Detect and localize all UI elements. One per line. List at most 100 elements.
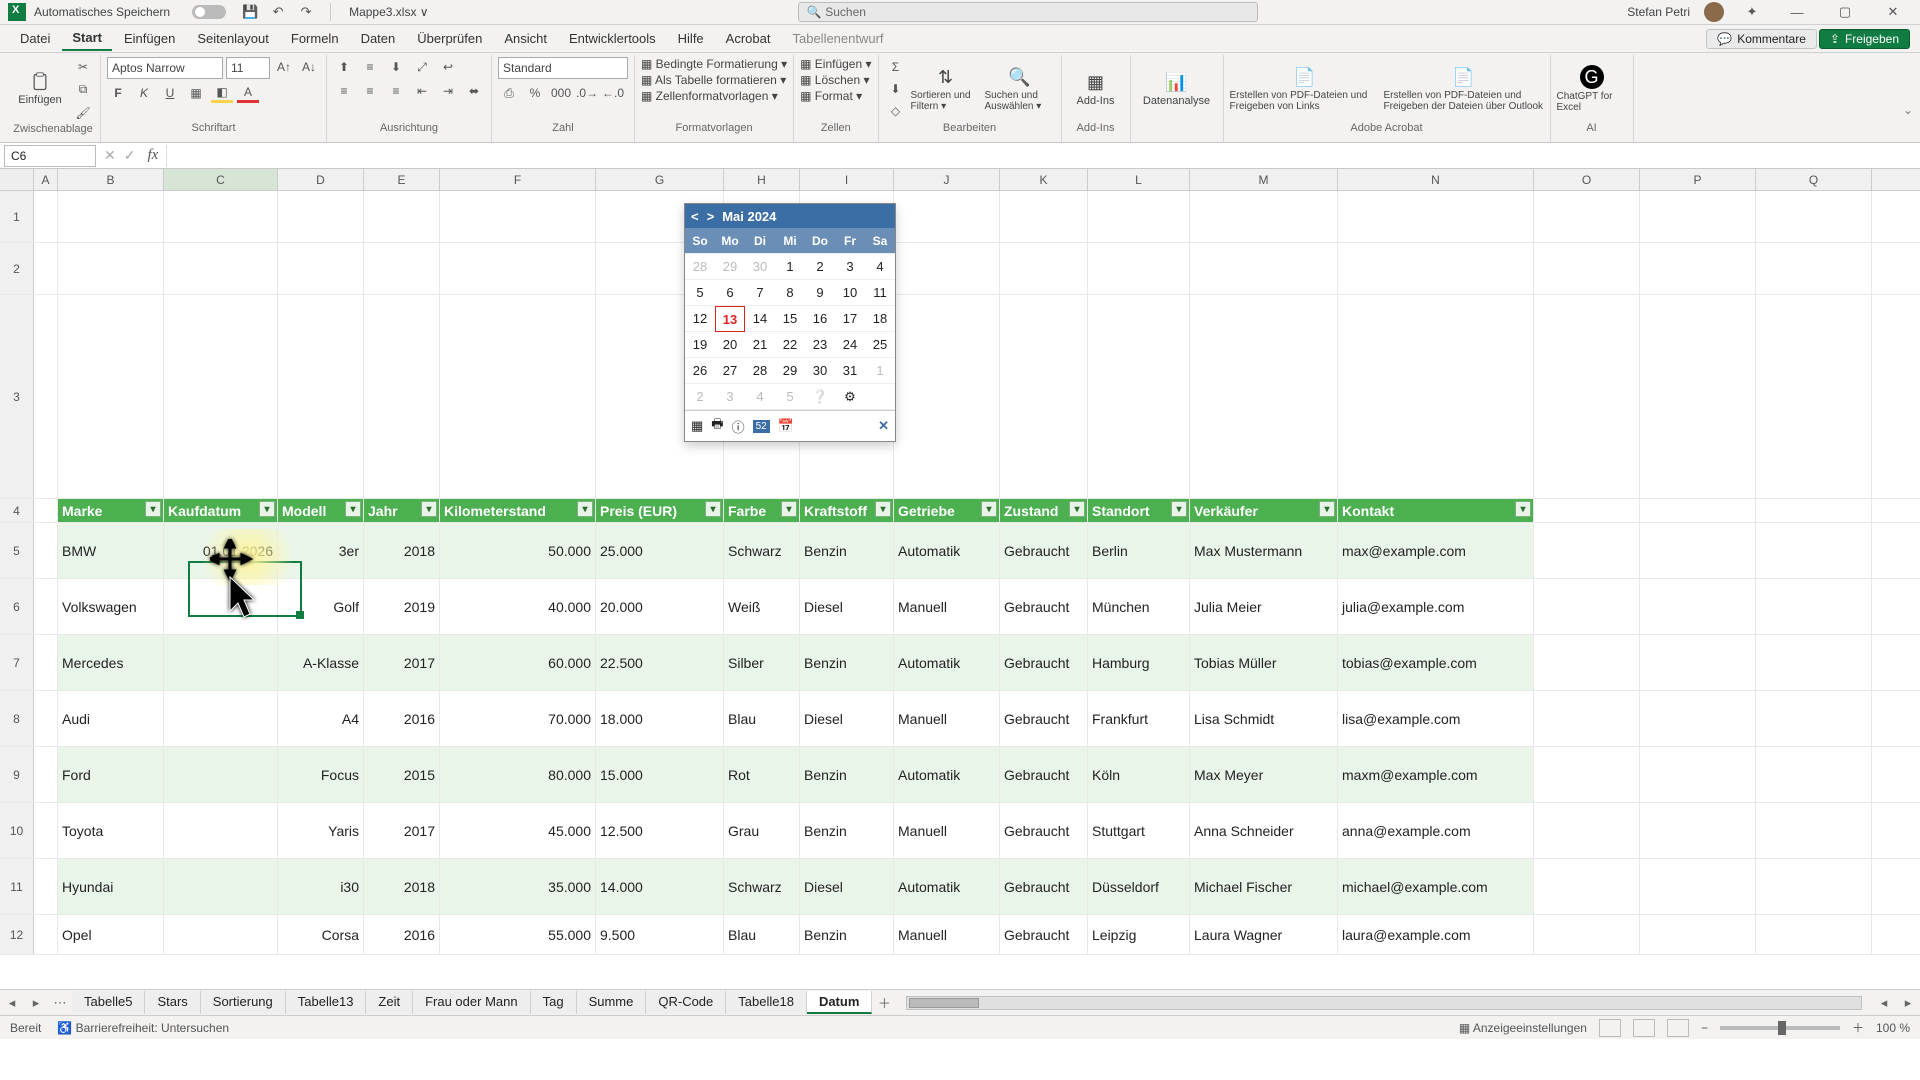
border-icon[interactable]: ▦: [185, 83, 207, 103]
align-top-icon[interactable]: ⬆: [333, 57, 355, 77]
cell[interactable]: 2017: [364, 635, 440, 690]
cell[interactable]: [1338, 295, 1534, 498]
cell[interactable]: [1756, 747, 1872, 802]
cell[interactable]: Kontakt▾: [1338, 499, 1534, 522]
filter-dropdown-icon[interactable]: ▾: [577, 501, 593, 517]
cell[interactable]: 2018: [364, 859, 440, 914]
paste-button[interactable]: Einfügen: [12, 57, 68, 121]
scroll-right-icon[interactable]: ▸: [1896, 995, 1920, 1011]
calendar-day[interactable]: 7: [745, 280, 775, 306]
cell[interactable]: Volkswagen: [58, 579, 164, 634]
row-header-3[interactable]: 3: [0, 295, 34, 498]
cell[interactable]: Lisa Schmidt: [1190, 691, 1338, 746]
cell[interactable]: [1088, 243, 1190, 294]
column-header-E[interactable]: E: [364, 169, 440, 190]
calendar-day[interactable]: ❔: [805, 384, 835, 410]
cell[interactable]: [1088, 295, 1190, 498]
cell[interactable]: [1534, 803, 1640, 858]
cell[interactable]: [278, 243, 364, 294]
date-picker[interactable]: < > Mai 2024 SoMoDiMiDoFrSa2829301234567…: [684, 203, 896, 442]
cell[interactable]: [1534, 191, 1640, 242]
cell[interactable]: 22.500: [596, 635, 724, 690]
cell[interactable]: [1640, 295, 1756, 498]
align-left-icon[interactable]: ≡: [333, 81, 355, 101]
cell[interactable]: [278, 295, 364, 498]
cell[interactable]: [58, 191, 164, 242]
cell[interactable]: Golf: [278, 579, 364, 634]
cell[interactable]: [1756, 499, 1872, 522]
data-analysis-button[interactable]: 📊Datenanalyse: [1137, 57, 1217, 121]
cell[interactable]: [1756, 579, 1872, 634]
cell[interactable]: Jahr▾: [364, 499, 440, 522]
addins-button[interactable]: ▦Add-Ins: [1068, 57, 1124, 121]
minimize-button[interactable]: —: [1780, 5, 1814, 20]
sheet-nav-next-icon[interactable]: ▸: [24, 995, 48, 1011]
bold-icon[interactable]: F: [107, 83, 129, 103]
format-as-table-button[interactable]: ▦ Als Tabelle formatieren ▾: [641, 73, 787, 87]
cell[interactable]: [34, 915, 58, 954]
cell[interactable]: Hamburg: [1088, 635, 1190, 690]
merge-icon[interactable]: ⬌: [463, 81, 485, 101]
cell[interactable]: Gebraucht: [1000, 747, 1088, 802]
cell[interactable]: München: [1088, 579, 1190, 634]
sheet-tab-sortierung[interactable]: Sortierung: [201, 991, 286, 1014]
page-layout-view-icon[interactable]: [1633, 1019, 1655, 1037]
cell[interactable]: Manuell: [894, 803, 1000, 858]
sparkle-icon[interactable]: ✦: [1743, 3, 1761, 21]
cell[interactable]: [1338, 243, 1534, 294]
cell[interactable]: [34, 499, 58, 522]
calendar-day[interactable]: 25: [865, 332, 895, 358]
calendar-tool-icon[interactable]: ▦: [691, 418, 703, 434]
cell[interactable]: A4: [278, 691, 364, 746]
calendar-day[interactable]: 27: [715, 358, 745, 384]
cell[interactable]: Berlin: [1088, 523, 1190, 578]
spreadsheet-grid[interactable]: ABCDEFGHIJKLMNOPQ 1234Marke▾Kaufdatum▾Mo…: [0, 169, 1920, 989]
sheet-tab-frau oder mann[interactable]: Frau oder Mann: [413, 991, 531, 1014]
cell[interactable]: Manuell: [894, 579, 1000, 634]
cell[interactable]: BMW: [58, 523, 164, 578]
cell[interactable]: [58, 295, 164, 498]
calendar-day[interactable]: 12: [685, 306, 715, 332]
cell[interactable]: Benzin: [800, 747, 894, 802]
calendar-today-icon[interactable]: 📅: [778, 418, 794, 434]
cell[interactable]: 15.000: [596, 747, 724, 802]
select-all-corner[interactable]: [0, 169, 34, 190]
cell[interactable]: [1640, 915, 1756, 954]
cell[interactable]: Schwarz: [724, 859, 800, 914]
cell[interactable]: [34, 579, 58, 634]
accessibility-status[interactable]: ♿ Barrierefreiheit: Untersuchen: [57, 1021, 229, 1035]
format-cells-button[interactable]: ▦ Format ▾: [800, 89, 871, 103]
cell[interactable]: Kilometerstand▾: [440, 499, 596, 522]
row-header-4[interactable]: 4: [0, 499, 34, 522]
save-icon[interactable]: 💾: [241, 3, 259, 21]
tab-überprüfen[interactable]: Überprüfen: [407, 27, 492, 50]
calendar-day[interactable]: 29: [715, 254, 745, 280]
sheet-tab-datum[interactable]: Datum: [807, 991, 872, 1014]
column-header-F[interactable]: F: [440, 169, 596, 190]
calendar-day[interactable]: 22: [775, 332, 805, 358]
redo-icon[interactable]: ↷: [297, 3, 315, 21]
column-header-D[interactable]: D: [278, 169, 364, 190]
cell[interactable]: Kaufdatum▾: [164, 499, 278, 522]
cell[interactable]: Standort▾: [1088, 499, 1190, 522]
cell[interactable]: [1640, 803, 1756, 858]
column-header-C[interactable]: C: [164, 169, 278, 190]
tab-acrobat[interactable]: Acrobat: [716, 27, 781, 50]
calendar-info-icon[interactable]: ⓘ: [732, 417, 745, 436]
decrease-indent-icon[interactable]: ⇤: [411, 81, 433, 101]
calendar-day[interactable]: ⚙: [835, 384, 865, 410]
cell[interactable]: [1000, 191, 1088, 242]
font-size-combo[interactable]: 11: [226, 57, 270, 79]
cell[interactable]: [1534, 859, 1640, 914]
cell[interactable]: 2017: [364, 803, 440, 858]
cell[interactable]: Gebraucht: [1000, 691, 1088, 746]
cell[interactable]: anna@example.com: [1338, 803, 1534, 858]
column-header-L[interactable]: L: [1088, 169, 1190, 190]
maximize-button[interactable]: ▢: [1828, 4, 1862, 20]
cell[interactable]: Automatik: [894, 859, 1000, 914]
calendar-day[interactable]: 31: [835, 358, 865, 384]
currency-icon[interactable]: ⎙: [498, 83, 520, 103]
cell[interactable]: A-Klasse: [278, 635, 364, 690]
cell[interactable]: Diesel: [800, 691, 894, 746]
fill-icon[interactable]: ⬇: [885, 79, 907, 99]
